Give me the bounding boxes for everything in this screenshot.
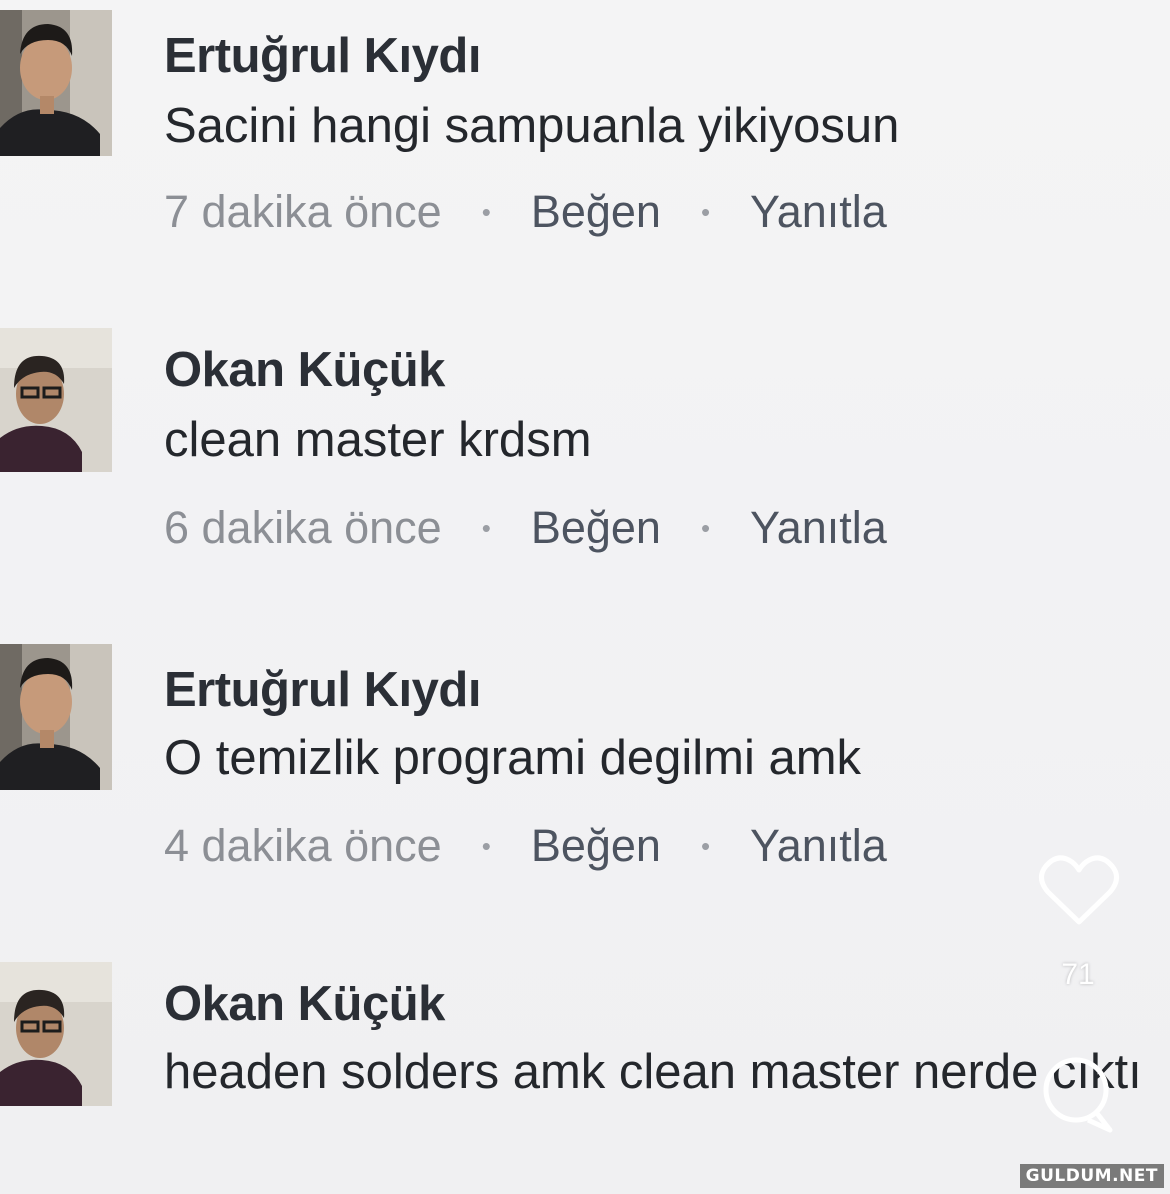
like-count: 71	[1061, 958, 1095, 991]
comment-actions: 4 dakika önce • Beğen • Yanıtla	[164, 820, 887, 872]
separator-dot: •	[481, 512, 491, 543]
comment-author-name[interactable]: Okan Küçük	[164, 976, 445, 1032]
comment-text: clean master krdsm	[164, 413, 592, 467]
avatar-okan[interactable]	[0, 328, 112, 472]
like-button[interactable]: Beğen	[531, 502, 661, 554]
reply-button[interactable]: Yanıtla	[750, 186, 887, 238]
comment-thread-screenshot: Ertuğrul Kıydı Sacini hangi sampuanla yi…	[0, 0, 1170, 1194]
separator-dot: •	[481, 196, 491, 227]
separator-dot: •	[700, 196, 711, 227]
comment-timestamp: 7 dakika önce	[164, 186, 442, 237]
comment-timestamp: 6 dakika önce	[164, 502, 442, 553]
avatar-okan[interactable]	[0, 962, 112, 1106]
reply-button[interactable]: Yanıtla	[750, 502, 887, 554]
comment-author-name[interactable]: Okan Küçük	[164, 342, 445, 398]
like-button[interactable]: Beğen	[531, 186, 661, 238]
like-button[interactable]: Beğen	[531, 820, 661, 872]
separator-dot: •	[700, 512, 711, 543]
comment-author-name[interactable]: Ertuğrul Kıydı	[164, 28, 481, 84]
comment-author-name[interactable]: Ertuğrul Kıydı	[164, 662, 481, 718]
avatar-ertugrul[interactable]	[0, 10, 112, 156]
speech-bubble-icon[interactable]	[1036, 1050, 1120, 1140]
comment-text: headen solders amk clean master nerde cı…	[164, 1045, 1142, 1099]
comment-actions: 6 dakika önce • Beğen • Yanıtla	[164, 502, 887, 554]
comment-text: O temizlik programi degilmi amk	[164, 731, 862, 785]
watermark-logo: GULDUM.NET	[1019, 1164, 1164, 1188]
comment-timestamp: 4 dakika önce	[164, 820, 442, 871]
heart-outline-icon[interactable]	[1038, 852, 1120, 928]
comment-text: Sacini hangi sampuanla yikiyosun	[164, 99, 900, 153]
comment-actions: 7 dakika önce • Beğen • Yanıtla	[164, 186, 887, 238]
avatar-ertugrul[interactable]	[0, 644, 112, 790]
reply-button[interactable]: Yanıtla	[750, 820, 887, 872]
separator-dot: •	[481, 830, 491, 861]
separator-dot: •	[700, 830, 711, 861]
